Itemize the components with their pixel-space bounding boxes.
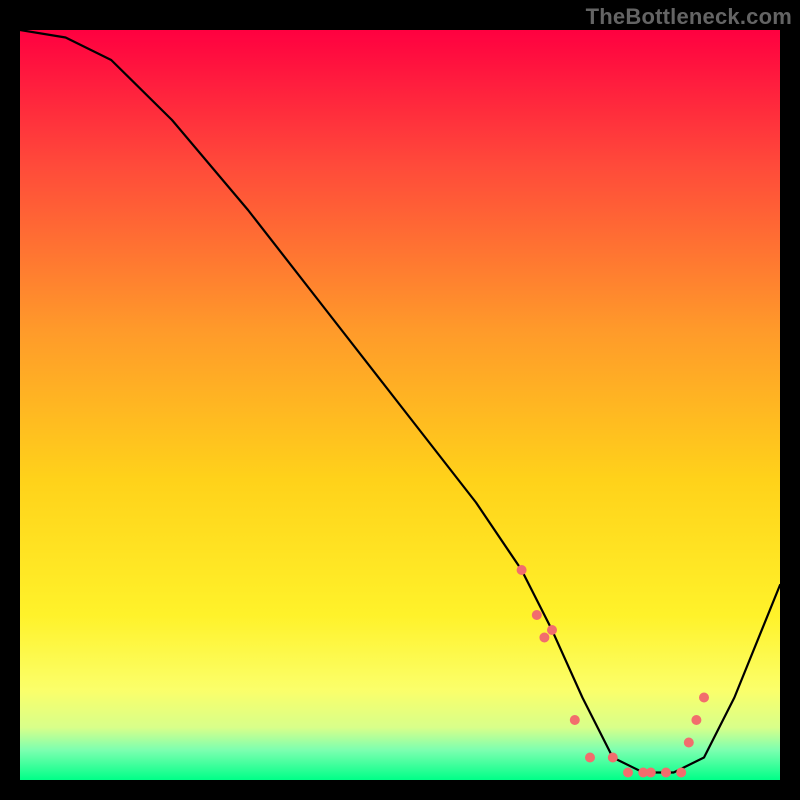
data-marker: [547, 625, 557, 635]
data-marker: [539, 633, 549, 643]
data-marker: [585, 753, 595, 763]
data-marker: [699, 693, 709, 703]
data-marker: [661, 768, 671, 778]
watermark-text: TheBottleneck.com: [586, 4, 792, 30]
data-marker: [608, 753, 618, 763]
data-marker: [532, 610, 542, 620]
chart-frame: TheBottleneck.com: [0, 0, 800, 800]
data-marker: [691, 715, 701, 725]
data-marker: [517, 565, 527, 575]
bottleneck-chart: [20, 30, 780, 780]
data-marker: [623, 768, 633, 778]
data-marker: [676, 768, 686, 778]
data-marker: [570, 715, 580, 725]
data-marker: [684, 738, 694, 748]
data-marker: [646, 768, 656, 778]
